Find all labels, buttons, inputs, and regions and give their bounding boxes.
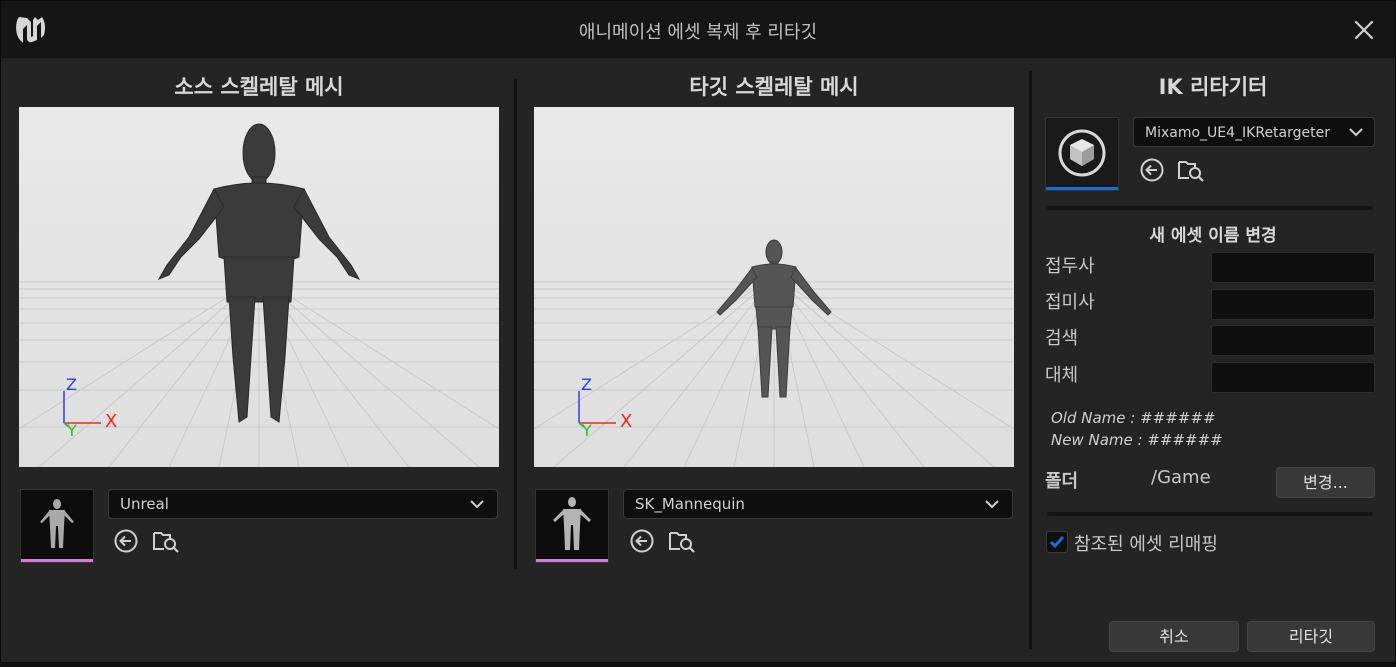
suffix-label: 접미사	[1045, 292, 1095, 313]
source-viewport[interactable]: Z Y X	[19, 107, 499, 467]
source-axis-z: Z	[66, 375, 77, 394]
folder-search-icon[interactable]	[153, 528, 179, 554]
column-divider	[1029, 71, 1032, 649]
asset-type-bar	[21, 559, 93, 562]
target-mesh-thumbnail-figure	[553, 497, 591, 550]
arrow-left-circle-icon[interactable]	[113, 528, 139, 554]
source-mesh-heading: 소스 스켈레탈 메시	[174, 75, 344, 99]
replace-label: 대체	[1045, 365, 1079, 386]
source-axis-x: X	[105, 411, 118, 432]
source-mesh-value: Unreal	[120, 495, 169, 513]
target-viewport[interactable]: Z Y X	[534, 107, 1014, 467]
replace-input[interactable]	[1211, 362, 1375, 393]
retarget-dialog: 애니메이션 에셋 복제 후 리타깃 소스 스켈레탈 메시 Z Y X Unrea…	[0, 0, 1396, 667]
folder-search-icon[interactable]	[1178, 157, 1204, 183]
target-mesh-heading: 타깃 스켈레탈 메시	[689, 75, 859, 99]
source-mesh-thumbnail[interactable]	[20, 489, 94, 563]
asset-type-bar	[536, 559, 608, 562]
bottom-edge	[0, 662, 1396, 667]
remap-label: 참조된 에셋 리매핑	[1074, 534, 1218, 555]
target-mesh-thumbnail[interactable]	[535, 489, 609, 563]
target-axis-x: X	[620, 411, 633, 432]
suffix-input[interactable]	[1211, 289, 1375, 320]
section-separator	[1047, 512, 1373, 516]
arrow-left-circle-icon[interactable]	[1139, 157, 1165, 183]
retargeter-asset-combo[interactable]: Mixamo_UE4_IKRetargeter	[1133, 117, 1375, 147]
retargeter-heading: IK 리타기터	[1158, 75, 1268, 99]
cancel-button[interactable]: 취소	[1109, 621, 1239, 652]
source-axis-y: Y	[67, 421, 77, 440]
change-folder-button[interactable]: 변경...	[1276, 467, 1375, 498]
arrow-left-circle-icon[interactable]	[629, 528, 655, 554]
title-bar: 애니메이션 에셋 복제 후 리타깃	[1, 1, 1395, 58]
target-axis-z: Z	[581, 375, 592, 394]
chevron-down-icon	[470, 500, 484, 509]
target-axis-y: Y	[582, 421, 592, 440]
chevron-down-icon	[1349, 128, 1363, 137]
close-icon[interactable]	[1353, 19, 1375, 41]
folder-path: /Game	[1151, 467, 1211, 488]
retargeter-asset-value: Mixamo_UE4_IKRetargeter	[1145, 125, 1330, 141]
prefix-label: 접두사	[1045, 256, 1095, 277]
checkmark-icon	[1049, 536, 1065, 549]
search-input[interactable]	[1211, 325, 1375, 356]
old-name-preview: Old Name : ######	[1051, 409, 1216, 427]
rename-heading: 새 에셋 이름 변경	[1149, 226, 1277, 246]
target-mesh-combo[interactable]: SK_Mannequin	[623, 489, 1013, 519]
section-separator	[1047, 206, 1373, 210]
retargeter-thumbnail[interactable]	[1045, 117, 1119, 191]
dialog-title: 애니메이션 에셋 복제 후 리타깃	[578, 22, 818, 43]
folder-label: 폴더	[1045, 471, 1079, 492]
prefix-input[interactable]	[1211, 252, 1375, 283]
source-mesh-combo[interactable]: Unreal	[108, 489, 498, 519]
chevron-down-icon	[985, 500, 999, 509]
source-axis-gizmo	[63, 391, 101, 428]
target-mesh-value: SK_Mannequin	[635, 495, 745, 513]
search-label: 검색	[1045, 328, 1079, 349]
new-name-preview: New Name : ######	[1051, 431, 1223, 449]
source-mesh-thumbnail-figure	[40, 499, 74, 548]
column-divider	[514, 79, 517, 569]
target-axis-gizmo	[578, 391, 616, 428]
folder-search-icon[interactable]	[669, 528, 695, 554]
cube-icon	[1058, 129, 1106, 177]
retarget-button[interactable]: 리타깃	[1247, 621, 1375, 652]
asset-type-bar	[1046, 187, 1118, 190]
remap-checkbox[interactable]	[1046, 531, 1068, 553]
